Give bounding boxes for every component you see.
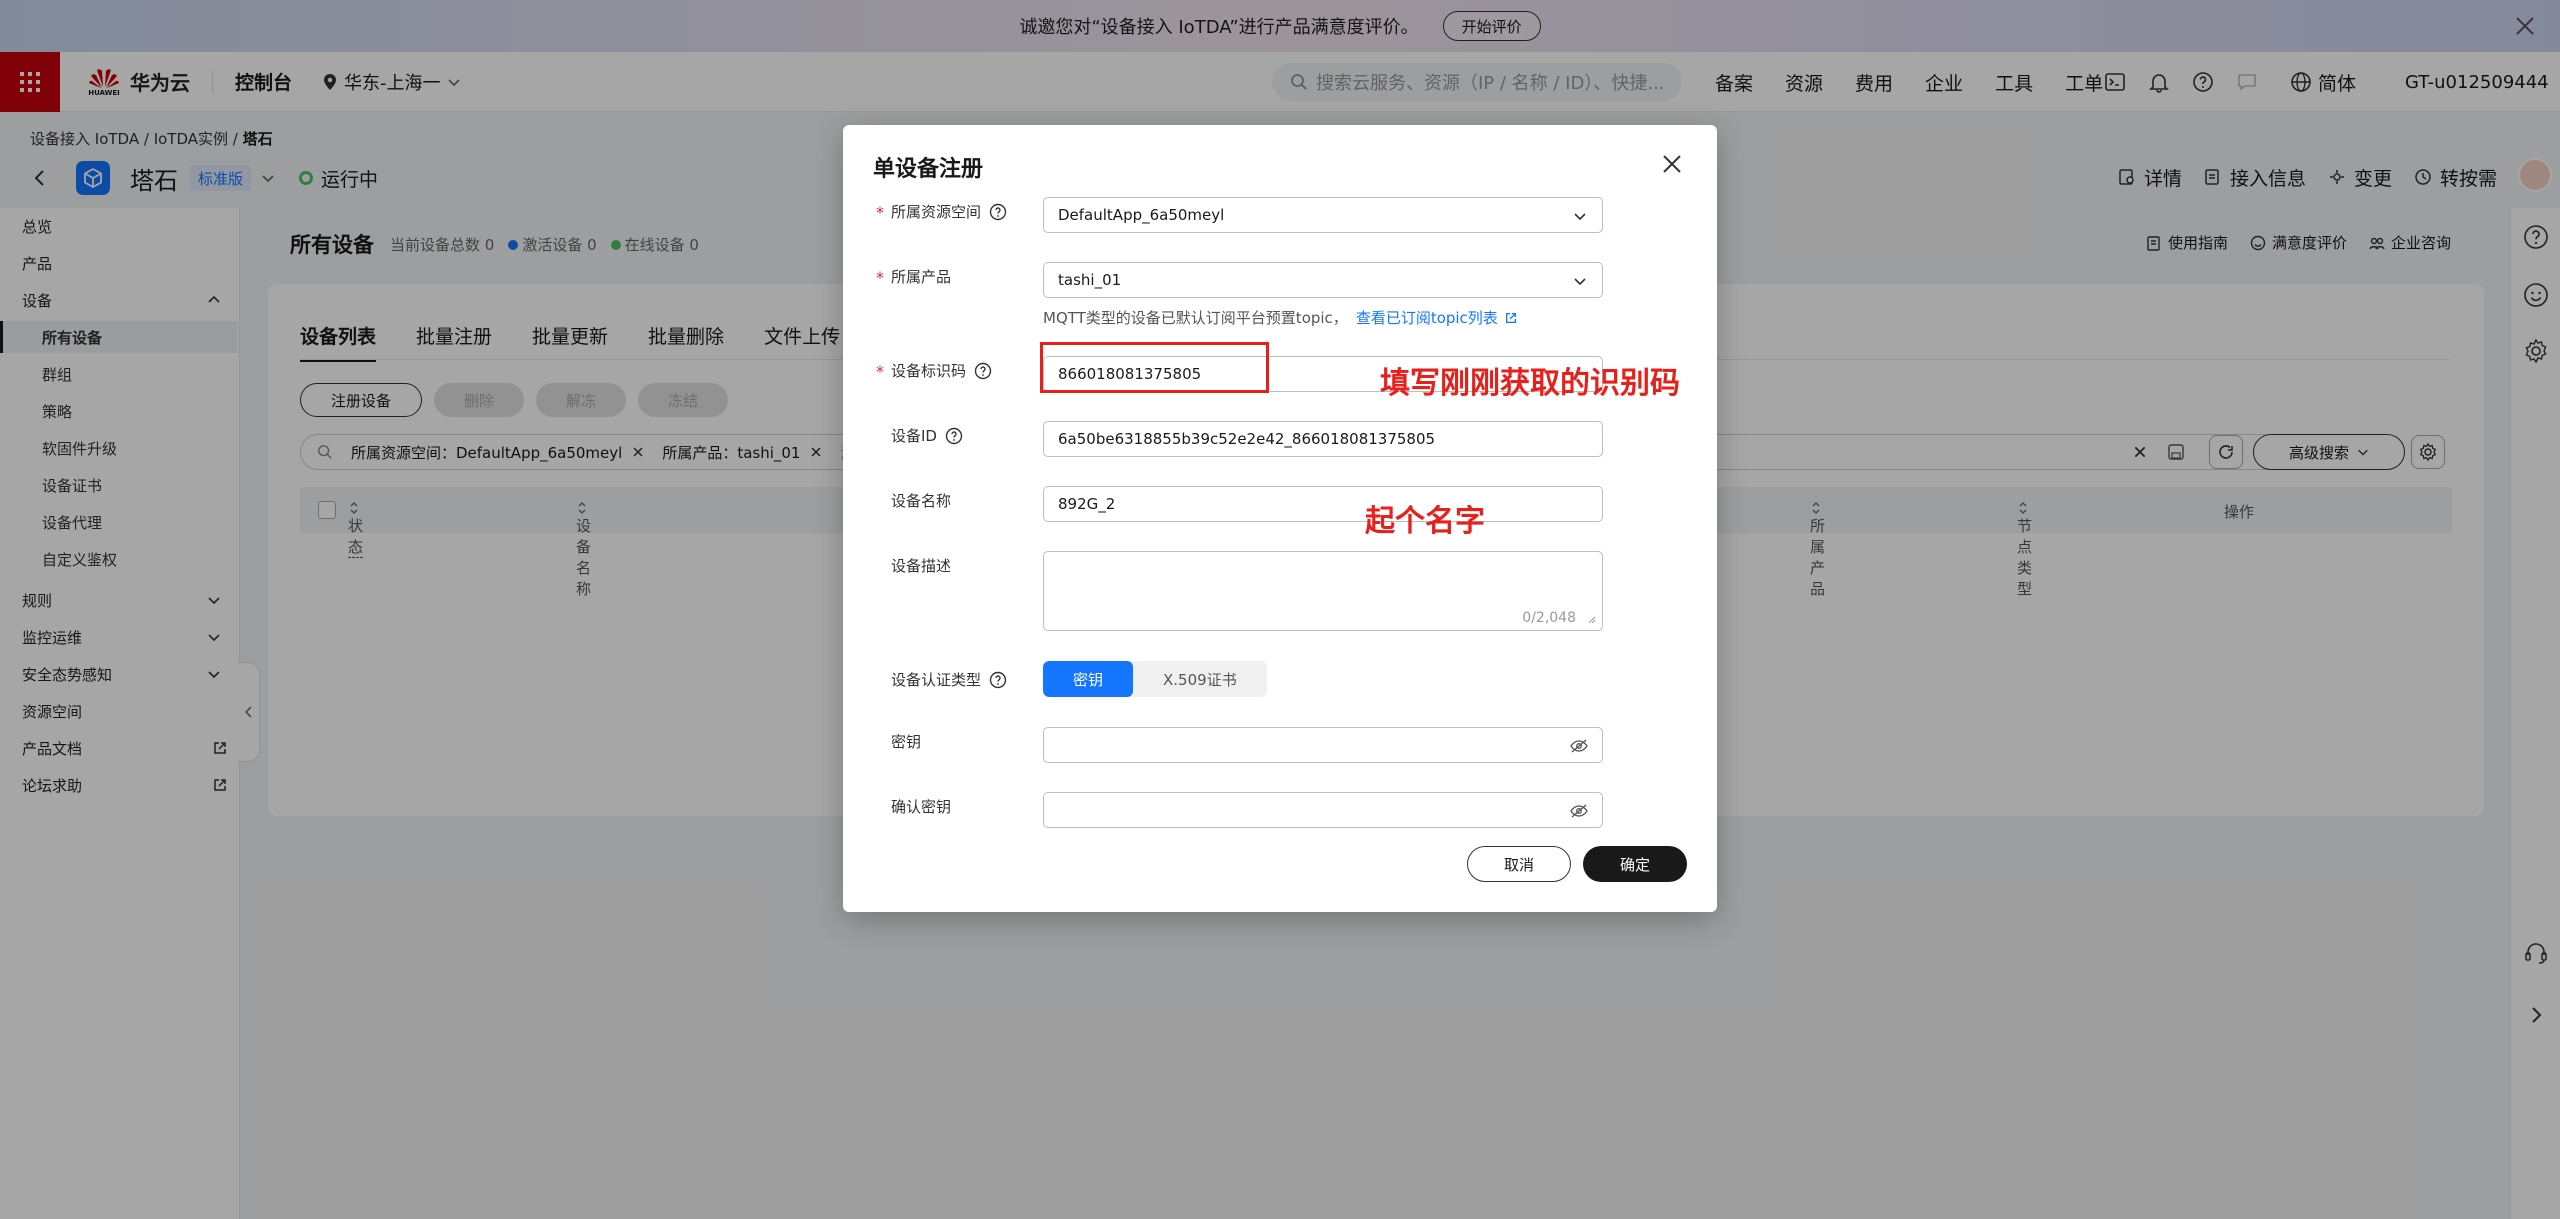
confirm-button[interactable]: 确定 [1583, 846, 1687, 882]
mqtt-hint-text: MQTT类型的设备已默认订阅平台预置topic， [1043, 309, 1348, 327]
auth-secret-option[interactable]: 密钥 [1043, 661, 1134, 697]
label-text: 所属资源空间 [891, 203, 982, 221]
device-name-label: 设备名称 [891, 492, 952, 510]
help-icon[interactable] [989, 671, 1007, 689]
auth-x509-option[interactable]: X.509证书 [1133, 661, 1267, 697]
subscribed-topic-link[interactable]: 查看已订阅topic列表 [1356, 307, 1518, 328]
node-id-annotation: 填写刚刚获取的识别码 [1380, 366, 1680, 401]
description-char-count: 0/2,048 [1522, 610, 1576, 626]
dialog-title: 单设备注册 [873, 157, 984, 182]
help-icon[interactable] [989, 203, 1007, 221]
label-text: 设备标识码 [891, 362, 967, 380]
device-id-value: 6a50be6318855b39c52e2e42_866018081375805 [1058, 430, 1436, 448]
description-label: 设备描述 [891, 557, 952, 575]
product-label: 所属产品 [891, 268, 952, 286]
help-icon[interactable] [945, 427, 963, 445]
register-device-dialog: 单设备注册 * 所属资源空间 DefaultApp_6a50meyl * 所属产… [843, 125, 1717, 912]
chevron-down-icon [1574, 278, 1586, 286]
cancel-button[interactable]: 取消 [1467, 846, 1571, 882]
product-select[interactable]: tashi_01 [1043, 262, 1603, 298]
device-name-input[interactable]: 892G_2 [1043, 486, 1603, 522]
auth-type-toggle: 密钥 X.509证书 [1043, 661, 1267, 697]
eye-hidden-icon[interactable] [1570, 803, 1588, 819]
external-link-icon [1505, 312, 1516, 323]
secret-label: 密钥 [891, 733, 922, 751]
device-id-input[interactable]: 6a50be6318855b39c52e2e42_866018081375805 [1043, 421, 1603, 457]
confirm-secret-label: 确认密钥 [891, 798, 952, 816]
secret-input[interactable] [1043, 727, 1603, 763]
label-text: 设备认证类型 [891, 671, 982, 689]
device-id-label: 设备ID [891, 425, 963, 446]
device-name-annotation: 起个名字 [1365, 504, 1485, 539]
subscribed-topic-label: 查看已订阅topic列表 [1355, 309, 1498, 327]
device-name-value: 892G_2 [1058, 495, 1116, 513]
help-icon[interactable] [974, 362, 992, 380]
resource-space-value: DefaultApp_6a50meyl [1058, 206, 1225, 224]
node-id-highlight-box [1040, 342, 1269, 393]
required-mark: * [876, 203, 884, 222]
confirm-secret-input[interactable] [1043, 792, 1603, 828]
auth-type-label: 设备认证类型 [891, 669, 1007, 690]
resource-space-select[interactable]: DefaultApp_6a50meyl [1043, 197, 1603, 233]
required-mark: * [876, 268, 884, 287]
required-mark: * [876, 362, 884, 381]
close-icon[interactable] [1659, 151, 1685, 177]
mqtt-hint: MQTT类型的设备已默认订阅平台预置topic， 查看已订阅topic列表 [1043, 307, 1518, 328]
resource-space-label: 所属资源空间 [891, 201, 1007, 222]
label-text: 设备ID [891, 427, 937, 445]
chevron-down-icon [1574, 213, 1586, 221]
product-value: tashi_01 [1058, 271, 1122, 289]
node-id-label: 设备标识码 [891, 360, 992, 381]
resize-handle-icon[interactable] [1586, 614, 1596, 624]
description-textarea[interactable]: 0/2,048 [1043, 551, 1603, 631]
eye-hidden-icon[interactable] [1570, 738, 1588, 754]
